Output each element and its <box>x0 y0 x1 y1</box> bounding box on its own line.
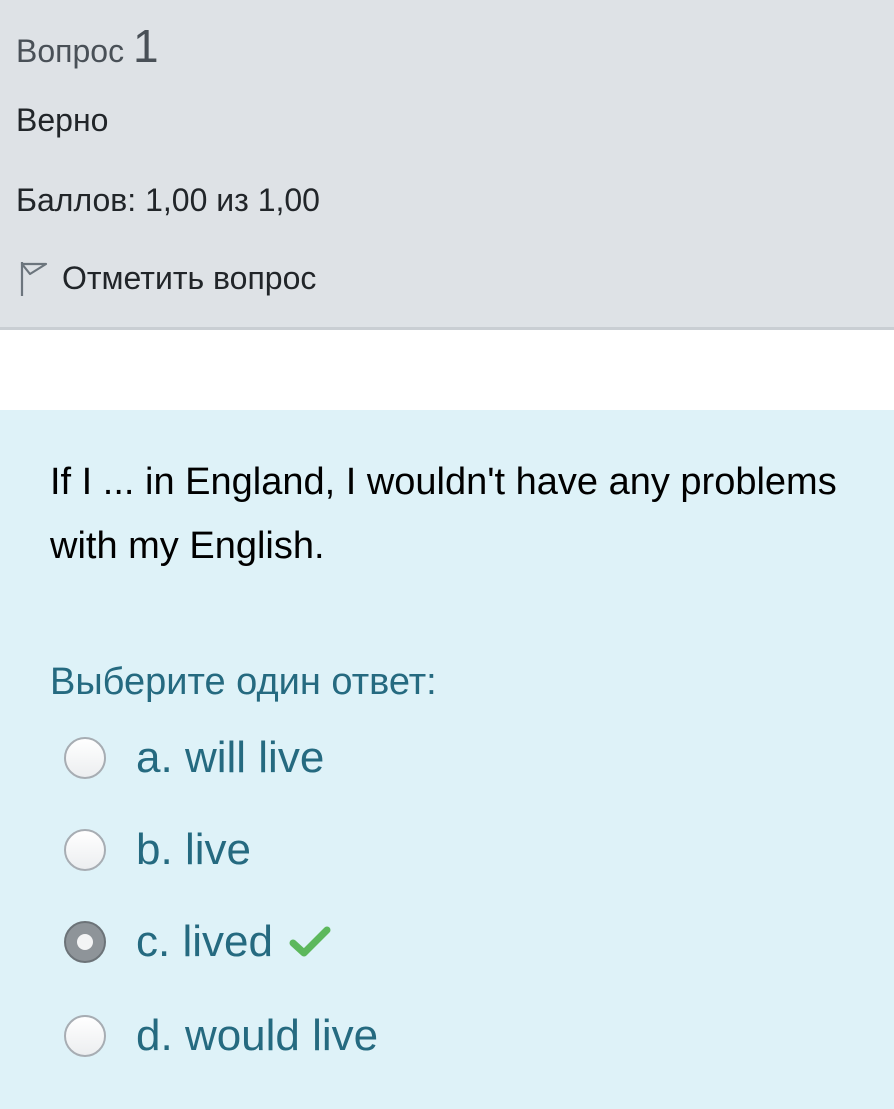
answer-option-d[interactable]: d. would live <box>64 1006 378 1066</box>
question-info-panel: Вопрос 1 Верно Баллов: 1,00 из 1,00 Отме… <box>0 0 894 330</box>
answer-prompt: Выберите один ответ: <box>50 661 437 703</box>
answer-option-label: d. would live <box>136 1011 379 1060</box>
radio-option-c[interactable] <box>64 921 106 963</box>
flag-question-button[interactable]: Отметить вопрос <box>16 256 316 300</box>
question-state: Верно <box>16 102 109 138</box>
answer-option-a[interactable]: a. will live <box>64 728 324 788</box>
question-text: If I ... in England, I wouldn't have any… <box>50 461 837 567</box>
answer-option-label: c. lived <box>136 917 273 966</box>
flag-question-label: Отметить вопрос <box>62 260 317 296</box>
radio-option-b[interactable] <box>64 829 106 871</box>
answer-option-label: a. will live <box>136 733 325 782</box>
answer-option-label: b. live <box>136 825 251 874</box>
answer-option-c[interactable]: c. lived <box>64 912 331 972</box>
answer-option-b[interactable]: b. live <box>64 820 251 880</box>
question-heading: Вопрос 1 <box>16 22 159 75</box>
flag-icon <box>20 262 48 296</box>
check-icon <box>289 926 331 957</box>
radio-option-a[interactable] <box>64 737 106 779</box>
question-grade: Баллов: 1,00 из 1,00 <box>16 182 320 218</box>
question-number: 1 <box>132 20 159 72</box>
question-heading-label: Вопрос <box>16 33 125 69</box>
radio-option-d[interactable] <box>64 1015 106 1057</box>
